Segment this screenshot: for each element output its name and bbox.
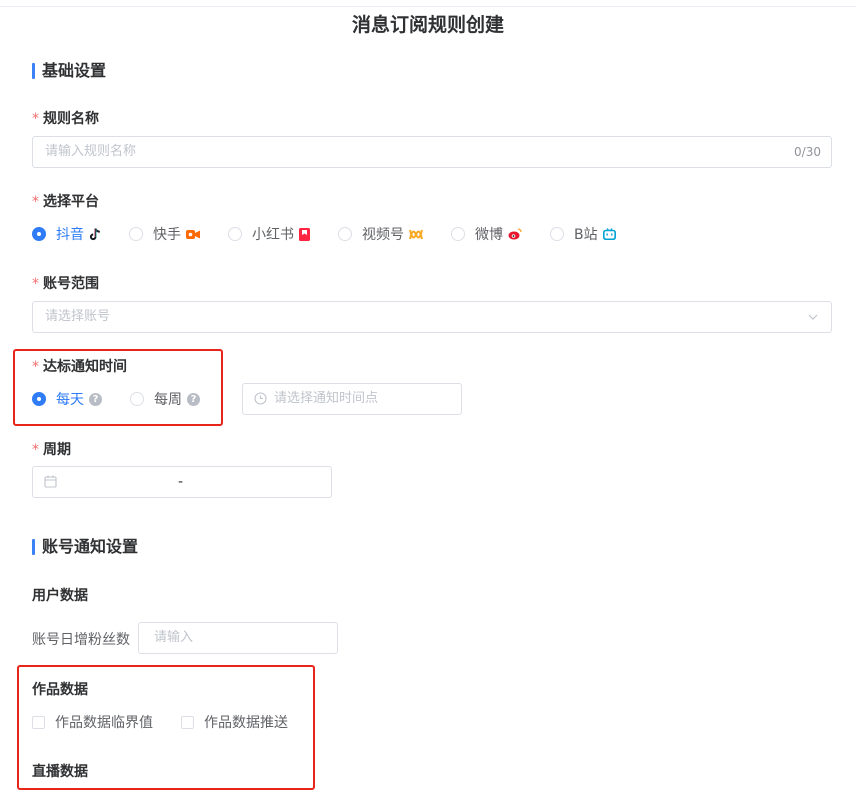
account-select[interactable]: 请选择账号: [32, 301, 832, 333]
platform-option-weibo[interactable]: 微博: [451, 224, 522, 244]
fans-increase-input[interactable]: 请输入: [138, 622, 338, 654]
platform-option-xiaohongshu[interactable]: 小红书: [228, 224, 310, 244]
user-data-title: 用户数据: [32, 588, 88, 604]
bilibili-icon: [602, 228, 616, 240]
platform-option-bilibili[interactable]: B站: [550, 224, 616, 244]
account-placeholder: 请选择账号: [45, 309, 111, 324]
period-date-range-picker[interactable]: -: [32, 466, 332, 498]
notify-time-picker[interactable]: 请选择通知时间点: [242, 383, 462, 415]
fans-increase-label: 账号日增粉丝数: [32, 632, 130, 648]
top-divider: [0, 6, 856, 7]
platform-option-shipinhao[interactable]: 视频号: [338, 224, 423, 244]
radio-dot: [338, 227, 352, 241]
highlight-box-notify-time: [13, 349, 223, 426]
account-label: * 账号范围: [32, 276, 99, 292]
rule-name-counter: 0/30: [794, 145, 821, 159]
radio-dot: [550, 227, 564, 241]
radio-dot: [32, 227, 46, 241]
page-title: 消息订阅规则创建: [351, 14, 504, 36]
platform-option-douyin[interactable]: 抖音: [32, 224, 101, 244]
radio-dot: [129, 227, 143, 241]
platform-option-kuaishou[interactable]: 快手: [129, 224, 200, 244]
radio-dot: [228, 227, 242, 241]
date-range-separator: -: [178, 474, 184, 490]
douyin-icon: [89, 227, 101, 241]
notify-time-placeholder: 请选择通知时间点: [274, 391, 379, 406]
section-title-basic: 基础设置: [32, 61, 106, 81]
rule-name-label: * 规则名称: [32, 111, 99, 127]
platform-radio-group: 抖音 快手 小红书 视频号 微博 B站: [32, 224, 644, 244]
xiaohongshu-icon: [299, 227, 310, 241]
calendar-icon: [44, 475, 57, 492]
weibo-icon: [508, 228, 522, 240]
kuaishou-icon: [186, 228, 200, 240]
rule-name-placeholder: 请输入规则名称: [45, 144, 137, 159]
highlight-box-works-data: [17, 665, 315, 790]
clock-icon: [254, 392, 267, 409]
radio-dot: [451, 227, 465, 241]
platform-label: * 选择平台: [32, 194, 99, 210]
chevron-down-icon: [807, 311, 819, 327]
section-title-account-notify: 账号通知设置: [32, 537, 138, 557]
fans-increase-placeholder: 请输入: [154, 630, 194, 645]
period-label: * 周期: [32, 442, 71, 458]
shipinhao-icon: [409, 229, 423, 240]
rule-name-input[interactable]: 请输入规则名称 0/30: [32, 136, 832, 168]
